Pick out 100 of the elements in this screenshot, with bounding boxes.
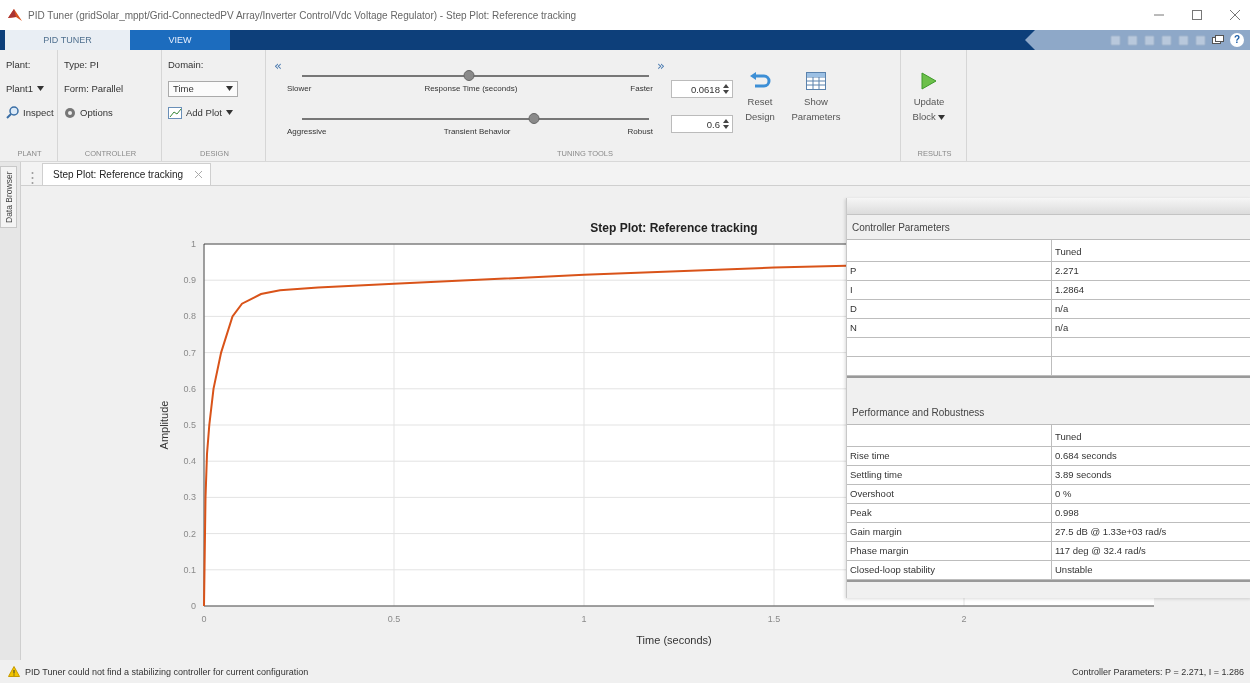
parameter-value: 27.5 dB @ 1.33e+03 rad/s (1052, 523, 1250, 542)
help-button[interactable]: ? (1230, 33, 1244, 47)
parameter-name: N (847, 319, 1052, 338)
maximize-icon[interactable] (1192, 10, 1202, 20)
toolbar-icon[interactable] (1178, 34, 1189, 46)
parameter-value: 2.271 (1052, 262, 1250, 281)
parameter-value: 0.684 seconds (1052, 447, 1250, 466)
caret-icon (36, 86, 44, 91)
parameter-value: 1.2864 (1052, 281, 1250, 300)
slider-label: Robust (627, 127, 653, 136)
toolbar-icon[interactable] (1195, 34, 1206, 46)
toolbar-icon[interactable] (1144, 34, 1155, 46)
status-message: PID Tuner could not find a stabilizing controller for current configuration (25, 666, 309, 677)
plant-dropdown[interactable]: Plant1 (6, 83, 44, 94)
parameter-name: Overshoot (847, 485, 1052, 504)
inspect-button[interactable]: Inspect (6, 106, 54, 119)
x-tick-label: 1.5 (767, 614, 781, 624)
value-spinbox[interactable]: 0.0618 (670, 80, 733, 98)
parameter-value: 3.89 seconds (1052, 466, 1250, 485)
parameter-name: Closed-loop stability (847, 561, 1052, 580)
parameter-name: Gain margin (847, 523, 1052, 542)
slider-thumb[interactable] (528, 113, 540, 124)
x-tick-label: 2 (961, 614, 967, 624)
y-axis-label: Amplitude (158, 400, 170, 450)
document-tab[interactable]: Step Plot: Reference tracking (42, 163, 212, 185)
y-tick-label: 0.9 (183, 275, 196, 286)
parameter-value: n/a (1052, 300, 1250, 319)
y-tick-label: 0.7 (183, 347, 196, 358)
status-parameters: Controller Parameters: P = 2.271, I = 1.286 (1072, 666, 1244, 677)
grip-icon (31, 171, 34, 185)
caret-icon (938, 115, 946, 120)
x-tick-label: 0 (201, 614, 207, 624)
y-tick-label: 0.6 (183, 383, 196, 394)
domain-select[interactable]: Time (168, 80, 238, 97)
play-icon (921, 72, 937, 90)
slider-label: Transient Behavior (443, 127, 511, 136)
parameter-value: 0.998 (1052, 504, 1250, 523)
x-tick-label: 0.5 (387, 614, 401, 624)
parameter-name: P (847, 262, 1052, 281)
column-header: Tuned (1052, 425, 1250, 447)
close-icon[interactable] (1230, 10, 1240, 20)
toolbar-icon[interactable] (1127, 34, 1138, 46)
plant-label: Plant: (6, 59, 31, 70)
parameter-name: Phase margin (847, 542, 1052, 561)
gear-icon (64, 106, 76, 119)
y-tick-label: 1 (191, 239, 196, 249)
value-spinbox[interactable]: 0.6 (670, 115, 733, 133)
reset-design-button[interactable]: Reset Design (738, 72, 781, 143)
ribbon-tab[interactable]: VIEW (130, 30, 230, 50)
slider-thumb[interactable] (463, 70, 474, 81)
slider-label: Slower (286, 84, 312, 93)
y-tick-label: 0.1 (183, 564, 196, 575)
collapse-button[interactable]: « (274, 56, 282, 74)
window-title: PID Tuner (gridSolar_mppt/Grid-ConnectedPV Array/Inverter Control/Vdc Voltage Regulator) - Step Plot: Reference tracking (28, 9, 578, 21)
spinner-icon (722, 84, 729, 94)
slider-label: Response Time (seconds) (424, 84, 518, 93)
parameter-name: Rise time (847, 447, 1052, 466)
x-axis-label: Time (seconds) (636, 634, 712, 646)
app-logo-icon (8, 9, 22, 21)
add-plot-button[interactable]: Add Plot (168, 106, 233, 119)
warning-icon (8, 666, 20, 677)
undo-arrow-icon (748, 72, 771, 90)
table-icon (805, 72, 826, 90)
x-tick-label: 1 (581, 614, 587, 624)
parameter-name: I (847, 281, 1052, 300)
options-button[interactable]: Options (64, 106, 113, 119)
toolbar-icon[interactable] (1161, 34, 1172, 46)
chart-title: Step Plot: Reference tracking (590, 221, 758, 235)
close-icon[interactable] (195, 171, 203, 178)
y-tick-label: 0.8 (183, 311, 196, 322)
y-tick-label: 0 (191, 601, 196, 611)
chart-icon (168, 106, 182, 119)
update-block-button[interactable]: Update Block (907, 72, 951, 124)
domain-label: Domain: (168, 59, 204, 70)
ribbon-tab[interactable]: PID TUNER (5, 30, 130, 50)
y-tick-label: 0.5 (183, 420, 196, 430)
parameter-value: 0 % (1052, 485, 1250, 504)
parameter-name: Peak (847, 504, 1052, 523)
parameter-name: D (847, 300, 1052, 319)
window-icon[interactable] (1212, 34, 1224, 46)
y-tick-label: 0.4 (183, 456, 196, 467)
caret-icon (226, 86, 233, 91)
parameter-name: Settling time (847, 466, 1052, 485)
section-title: Controller Parameters (851, 221, 951, 235)
slider-label: Faster (630, 84, 653, 93)
section-title: Performance and Robustness (851, 406, 986, 420)
controller-form-label: Form: Parallel (64, 83, 124, 94)
show-parameters-button[interactable]: Show Parameters (786, 72, 845, 143)
controller-type-label: Type: PI (64, 59, 99, 70)
data-browser-tab[interactable]: Data Browser (0, 166, 17, 228)
slider-label: Aggressive (286, 127, 327, 136)
column-header: Tuned (1052, 240, 1250, 262)
spinner-icon (722, 119, 729, 129)
parameter-value: n/a (1052, 319, 1250, 338)
expand-button[interactable]: » (656, 56, 665, 74)
y-tick-label: 0.3 (183, 492, 196, 503)
parameter-value: 117 deg @ 32.4 rad/s (1052, 542, 1250, 561)
toolbar-icon[interactable] (1110, 34, 1121, 46)
y-tick-label: 0.2 (183, 528, 196, 539)
parameter-value: Unstable (1052, 561, 1250, 580)
